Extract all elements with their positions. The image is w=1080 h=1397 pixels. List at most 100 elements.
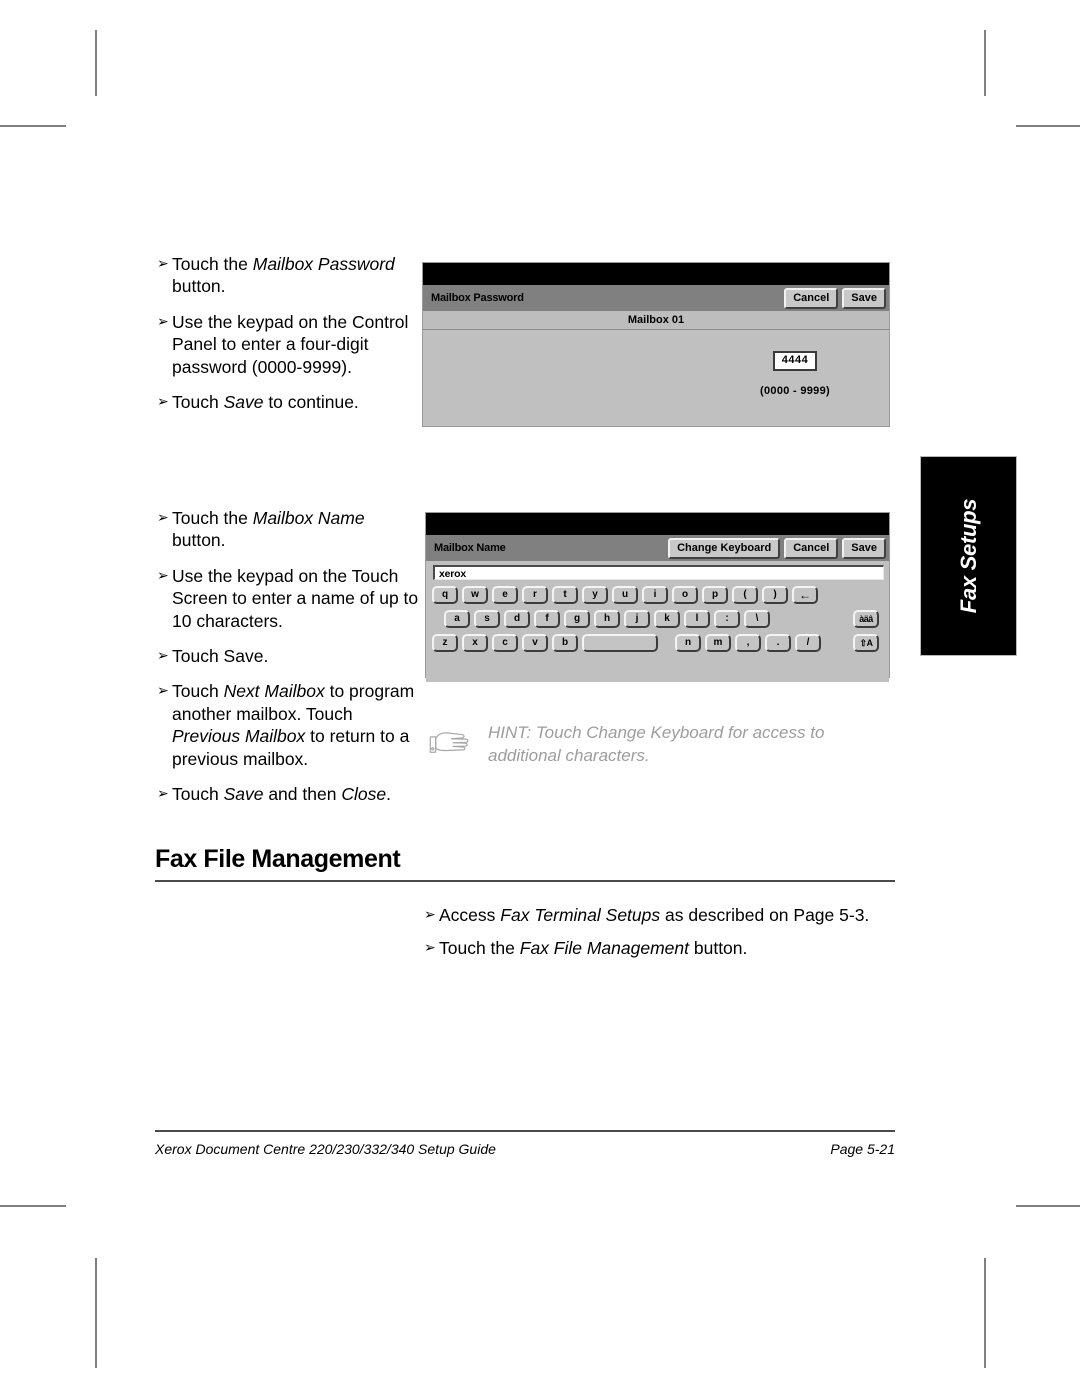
- backspace-key[interactable]: ←: [792, 586, 818, 604]
- shift-key[interactable]: ⇧A: [853, 634, 879, 652]
- key-d[interactable]: d: [504, 610, 530, 628]
- key-p[interactable]: p: [702, 586, 728, 604]
- key-k[interactable]: k: [654, 610, 680, 628]
- plain-text: Touch the: [172, 508, 253, 528]
- cancel-button[interactable]: Cancel: [784, 537, 839, 559]
- accent-characters-key[interactable]: àäâ: [853, 610, 879, 628]
- keyboard-row-2: a s d f g h j k l: \ àäâ: [426, 607, 889, 631]
- bullet-icon: ➢: [157, 784, 169, 801]
- change-keyboard-button[interactable]: Change Keyboard: [668, 537, 781, 559]
- bullet-icon: ➢: [157, 509, 169, 525]
- key-s[interactable]: s: [474, 610, 500, 628]
- emphasis-text: Mailbox Name: [252, 508, 365, 528]
- list-item: ➢ Touch Save and then Close.: [157, 783, 419, 805]
- mailbox-password-steps: ➢ Touch the Mailbox Password button. ➢ U…: [157, 253, 415, 426]
- plain-text: Touch: [172, 783, 224, 804]
- fax-file-management-steps: ➢ Access Fax Terminal Setups as describe…: [424, 904, 904, 973]
- list-item: ➢ Use the keypad on the Control Panel to…: [157, 311, 415, 378]
- list-item: ➢ Touch Save to continue.: [157, 391, 415, 413]
- key-n[interactable]: n: [675, 634, 701, 652]
- dialog-titlebar: Mailbox Password Cancel Save: [423, 285, 889, 311]
- key-\[interactable]: \: [744, 610, 770, 628]
- hint-block: HINT: Touch Change Keyboard for access t…: [428, 722, 888, 768]
- key-t[interactable]: t: [552, 586, 578, 604]
- step-text: Use the keypad on the Touch Screen to en…: [172, 565, 419, 632]
- bullet-icon: ➢: [157, 682, 169, 699]
- plain-text: Touch Save.: [172, 645, 269, 666]
- step-text: Use the keypad on the Control Panel to e…: [172, 311, 415, 378]
- key-j[interactable]: j: [624, 610, 650, 628]
- touchscreen-top-bar: [426, 513, 889, 535]
- key-/[interactable]: /: [795, 634, 821, 652]
- list-item: ➢ Touch the Mailbox Password button.: [157, 253, 415, 298]
- key-,[interactable]: ,: [735, 634, 761, 652]
- password-value-field[interactable]: 4444: [772, 351, 818, 371]
- step-text: Touch Save to continue.: [172, 391, 415, 413]
- bullet-icon: ➢: [157, 312, 169, 329]
- list-item: ➢ Touch Next Mailbox to program another …: [157, 680, 419, 770]
- key-r[interactable]: r: [522, 586, 548, 604]
- key-o[interactable]: o: [672, 586, 698, 604]
- plain-text: as described on Page 5-3.: [660, 905, 870, 925]
- key-l[interactable]: l: [684, 610, 710, 628]
- plain-text: to continue.: [263, 391, 359, 412]
- save-button[interactable]: Save: [842, 537, 886, 559]
- bullet-icon: ➢: [424, 939, 436, 956]
- key-c[interactable]: c: [492, 634, 518, 652]
- plain-text: Touch the: [439, 938, 520, 959]
- side-tab-label: Fax Setups: [955, 498, 981, 614]
- step-text: Touch Save and then Close.: [172, 783, 419, 805]
- key-m[interactable]: m: [705, 634, 731, 652]
- key-g[interactable]: g: [564, 610, 590, 628]
- key-([interactable]: (: [732, 586, 758, 604]
- key-e[interactable]: e: [492, 586, 518, 604]
- step-text: Touch the Mailbox Name button.: [172, 507, 419, 552]
- plain-text: Touch the: [172, 254, 253, 274]
- bullet-icon: ➢: [157, 255, 169, 271]
- key-w[interactable]: w: [462, 586, 488, 604]
- plain-text: button.: [172, 276, 226, 297]
- key-v[interactable]: v: [522, 634, 548, 652]
- key-i[interactable]: i: [642, 586, 668, 604]
- plain-text: Touch: [172, 391, 224, 412]
- space-key[interactable]: [582, 634, 658, 652]
- key-x[interactable]: x: [462, 634, 488, 652]
- key-h[interactable]: h: [594, 610, 620, 628]
- bullet-icon: ➢: [157, 566, 169, 583]
- key-)[interactable]: ): [762, 586, 788, 604]
- emphasis-text: Save: [223, 391, 264, 412]
- mailbox-name-steps: ➢ Touch the Mailbox Name button. ➢ Use t…: [157, 507, 419, 818]
- step-text: Touch the Mailbox Password button.: [172, 253, 415, 298]
- plain-text: and then: [263, 783, 342, 804]
- key-b[interactable]: b: [552, 634, 578, 652]
- plain-text: Touch: [172, 681, 224, 702]
- divider: [155, 880, 895, 882]
- mailbox-name-input[interactable]: xerox: [433, 565, 884, 580]
- save-button[interactable]: Save: [842, 287, 886, 309]
- key-.[interactable]: .: [765, 634, 791, 652]
- plain-text: .: [386, 783, 391, 804]
- touchscreen-top-bar: [423, 263, 889, 285]
- key-u[interactable]: u: [612, 586, 638, 604]
- key-y[interactable]: y: [582, 586, 608, 604]
- key-:[interactable]: :: [714, 610, 740, 628]
- cancel-button[interactable]: Cancel: [784, 287, 839, 309]
- step-text: Touch Save.: [172, 645, 419, 667]
- dialog-body: 4444 (0000 - 9999): [423, 330, 889, 426]
- emphasis-text: Next Mailbox: [223, 681, 325, 702]
- key-f[interactable]: f: [534, 610, 560, 628]
- plain-text: button.: [172, 530, 226, 551]
- key-z[interactable]: z: [432, 634, 458, 652]
- dialog-body: xerox q w e r t y u i o p() ← a s d f g h j k l: \ àäâ zxcvb…: [426, 565, 889, 682]
- footer-divider: [155, 1130, 895, 1132]
- password-range-label: (0000 - 9999): [760, 384, 830, 397]
- key-a[interactable]: a: [444, 610, 470, 628]
- emphasis-text: Fax Terminal Setups: [500, 905, 661, 925]
- footer-guide-title: Xerox Document Centre 220/230/332/340 Se…: [155, 1141, 496, 1157]
- list-item: ➢ Touch the Fax File Management button.: [424, 937, 904, 959]
- section-header: Fax File Management: [155, 845, 895, 882]
- mailbox-label: Mailbox 01: [423, 311, 889, 330]
- key-q[interactable]: q: [432, 586, 458, 604]
- footer: Xerox Document Centre 220/230/332/340 Se…: [155, 1141, 895, 1157]
- plain-text: Use the keypad on the Control Panel to e…: [172, 311, 409, 377]
